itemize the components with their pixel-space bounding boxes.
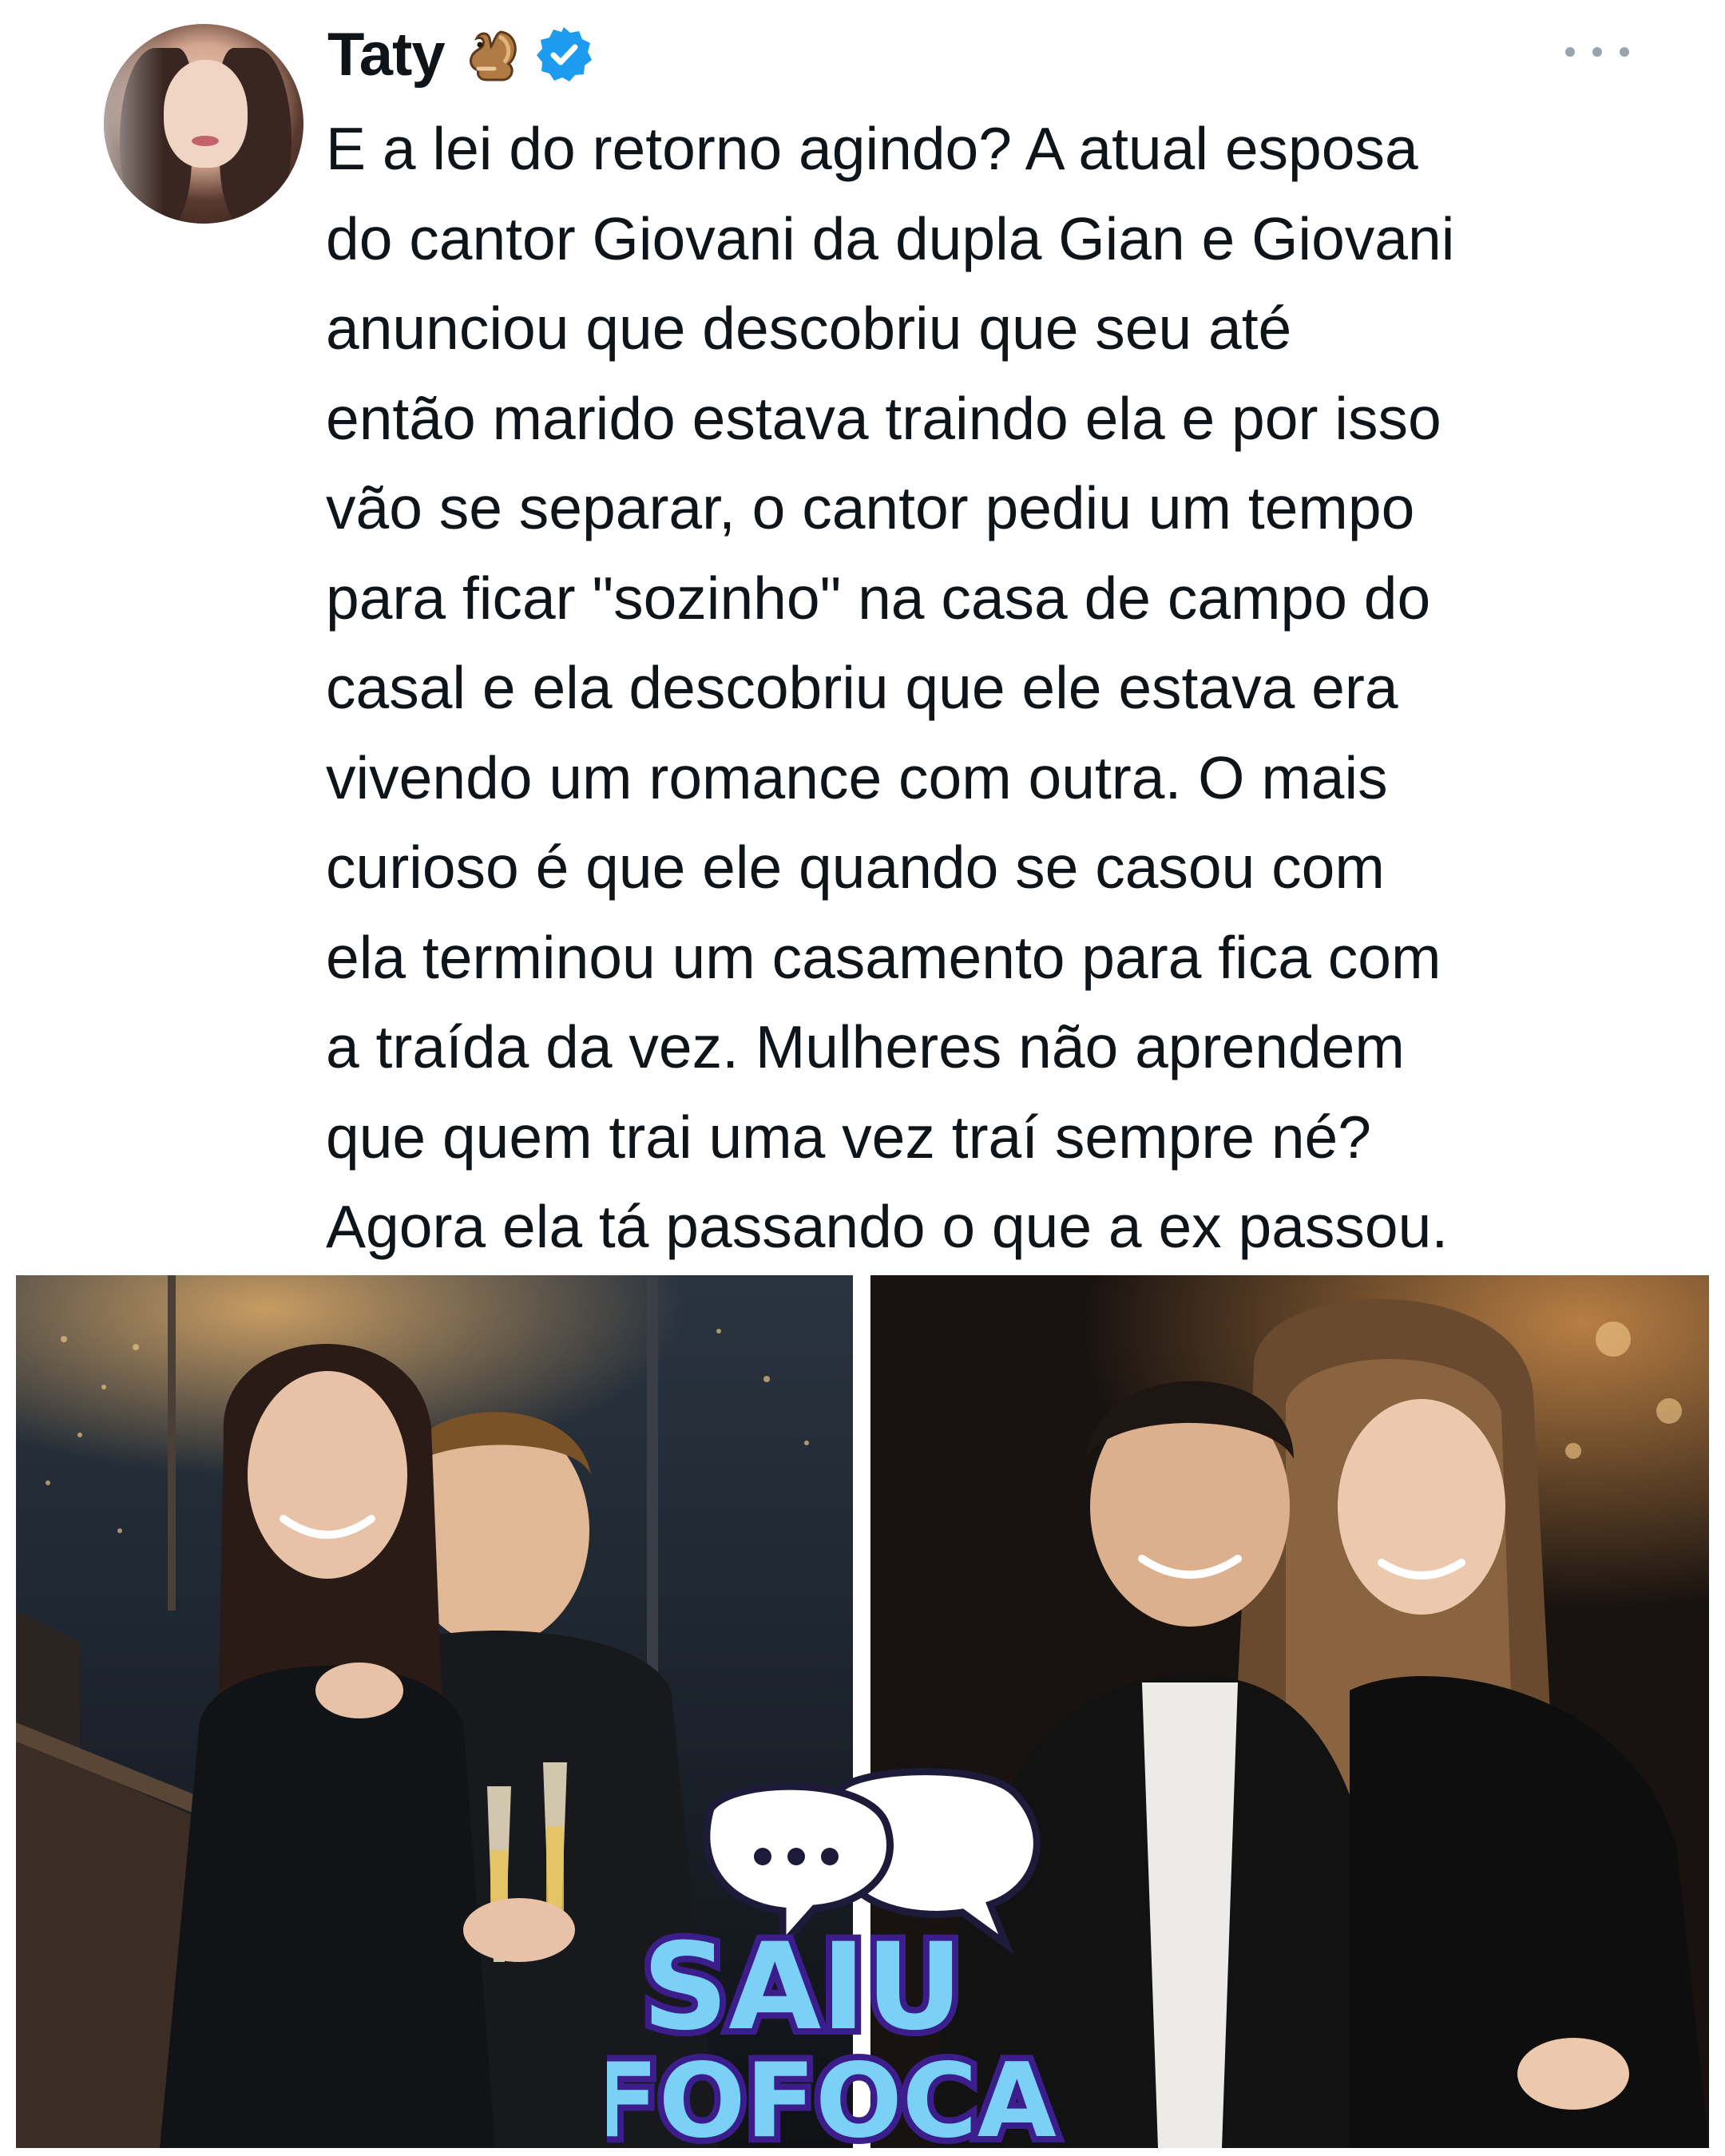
verified-badge-icon — [536, 27, 592, 81]
tweet-text-line: E a lei do retorno agindo? A atual espos… — [326, 115, 1418, 182]
tweet-text: E a lei do retorno agindo? A atual espos… — [326, 104, 1699, 1272]
avatar-background — [104, 24, 303, 224]
tweet-text-line: Agora ela tá passando o que a ex passou. — [326, 1193, 1449, 1260]
tweet-text-line: para ficar "sozinho" na casa de campo do — [326, 564, 1431, 632]
more-options-icon[interactable] — [1565, 32, 1629, 72]
tweet-text-line: ela terminou um casamento para fica com — [326, 923, 1441, 991]
more-dot-1 — [1565, 47, 1575, 57]
tweet-text-line: curioso é que ele quando se casou com — [326, 834, 1385, 901]
tweet-text-line: então marido estava traindo ela e por is… — [326, 384, 1441, 452]
more-dot-2 — [1592, 47, 1602, 57]
author-name[interactable]: Taty — [327, 20, 446, 89]
more-dot-3 — [1620, 47, 1629, 57]
tweet-text-line: casal e ela descobriu que ele estava era — [326, 654, 1398, 721]
tweet-text-line: anunciou que descobriu que seu até — [326, 295, 1292, 362]
speech-bubbles-icon: SAIU FOFOCA — [582, 1768, 1063, 2156]
watermark-logo: SAIU FOFOCA — [582, 1761, 1118, 2156]
tweet-text-line: vivendo um romance com outra. O mais — [326, 743, 1388, 811]
tweet-card: Taty E a lei do retorno agindo? A atual … — [0, 0, 1725, 1270]
watermark-line2: FOFOCA — [607, 2042, 1057, 2148]
tweet-text-line: a traída da vez. Mulheres não aprendem — [326, 1013, 1405, 1080]
author-avatar[interactable] — [104, 24, 303, 224]
tweet-text-line: do cantor Giovani da dupla Gian e Giovan… — [326, 204, 1455, 272]
tweet-text-line: vão se separar, o cantor pediu um tempo — [326, 474, 1415, 541]
watermark-line1: SAIU — [642, 1918, 963, 2057]
tweet-text-line: que quem trai uma vez traí sempre né? — [326, 1103, 1371, 1171]
squirrel-emoji-icon — [469, 30, 517, 81]
author-name-row: Taty — [327, 14, 593, 94]
